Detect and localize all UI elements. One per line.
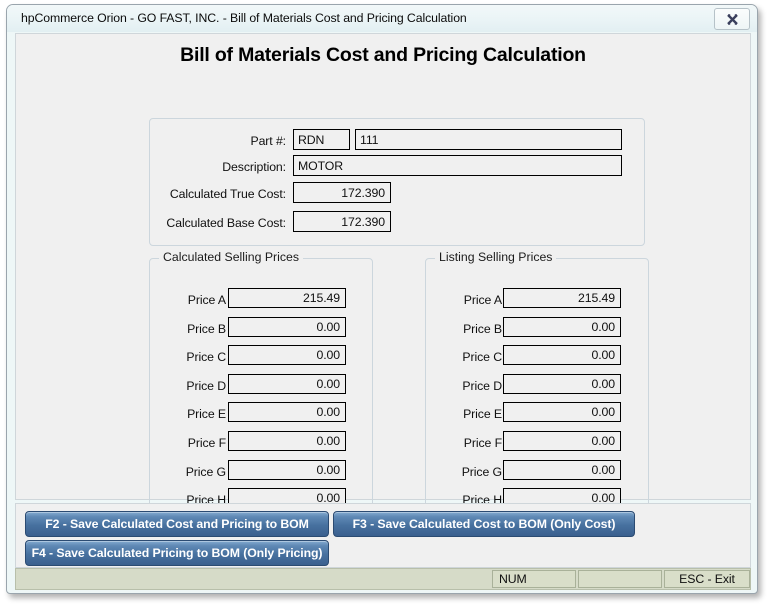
calculated-base-cost-label: Calculated Base Cost:: [166, 216, 286, 230]
status-esc-exit-cell[interactable]: ESC - Exit: [664, 570, 750, 588]
close-button[interactable]: [714, 8, 750, 30]
page-title: Bill of Materials Cost and Pricing Calcu…: [180, 44, 586, 66]
listing-price-input-g[interactable]: 0.00: [503, 460, 621, 480]
calculated-price-input-f[interactable]: 0.00: [228, 431, 346, 451]
calculated-base-cost-input[interactable]: 172.390: [293, 211, 391, 232]
calculated-price-label-a: Price A: [187, 293, 226, 307]
description-input[interactable]: MOTOR: [293, 155, 622, 176]
calculated-selling-prices-legend: Calculated Selling Prices: [159, 250, 304, 264]
calculated-price-label-c: Price C: [186, 350, 226, 364]
listing-selling-prices-legend: Listing Selling Prices: [435, 250, 557, 264]
part-number-input[interactable]: 111: [355, 129, 622, 150]
calculated-price-input-b[interactable]: 0.00: [228, 317, 346, 337]
status-spare-cell: [578, 570, 662, 588]
window-title: hpCommerce Orion - GO FAST, INC. - Bill …: [21, 11, 467, 25]
description-label: Description:: [222, 160, 286, 174]
listing-price-input-c[interactable]: 0.00: [503, 345, 621, 365]
listing-price-input-a[interactable]: 215.49: [503, 288, 621, 308]
calculated-price-label-d: Price D: [186, 379, 226, 393]
calculated-price-label-e: Price E: [187, 407, 226, 421]
listing-price-input-e[interactable]: 0.00: [503, 402, 621, 422]
close-icon: [726, 13, 738, 25]
calculated-price-input-e[interactable]: 0.00: [228, 402, 346, 422]
calculated-price-label-b: Price B: [187, 322, 226, 336]
save-cost-and-pricing-button[interactable]: F2 - Save Calculated Cost and Pricing to…: [25, 511, 329, 537]
status-num-cell: NUM: [492, 570, 576, 588]
part-number-prefix-input[interactable]: RDN: [293, 129, 350, 150]
part-number-label: Part #:: [250, 134, 286, 148]
save-pricing-only-button[interactable]: F4 - Save Calculated Pricing to BOM (Onl…: [25, 540, 329, 566]
calculated-price-label-f: Price F: [187, 436, 226, 450]
listing-price-label-a: Price A: [463, 293, 502, 307]
listing-price-label-d: Price D: [462, 379, 502, 393]
listing-price-input-d[interactable]: 0.00: [503, 374, 621, 394]
calculated-price-label-g: Price G: [185, 465, 226, 479]
listing-price-label-e: Price E: [463, 407, 502, 421]
application-window: hpCommerce Orion - GO FAST, INC. - Bill …: [6, 4, 758, 594]
title-bar: hpCommerce Orion - GO FAST, INC. - Bill …: [7, 5, 757, 32]
calculated-price-input-d[interactable]: 0.00: [228, 374, 346, 394]
listing-price-label-c: Price C: [462, 350, 502, 364]
calculated-true-cost-label: Calculated True Cost:: [169, 187, 286, 201]
calculated-price-input-g[interactable]: 0.00: [228, 460, 346, 480]
listing-price-label-f: Price F: [463, 436, 502, 450]
save-cost-only-button[interactable]: F3 - Save Calculated Cost to BOM (Only C…: [333, 511, 635, 537]
status-bar: NUM ESC - Exit: [15, 568, 751, 590]
main-content-panel: Bill of Materials Cost and Pricing Calcu…: [15, 33, 751, 516]
listing-price-input-f[interactable]: 0.00: [503, 431, 621, 451]
listing-price-input-b[interactable]: 0.00: [503, 317, 621, 337]
status-message-cell: [17, 570, 489, 588]
action-button-panel: F2 - Save Calculated Cost and Pricing to…: [15, 503, 751, 568]
calculated-price-input-c[interactable]: 0.00: [228, 345, 346, 365]
calculated-price-input-a[interactable]: 215.49: [228, 288, 346, 308]
listing-price-label-g: Price G: [461, 465, 502, 479]
calculated-true-cost-input[interactable]: 172.390: [293, 182, 391, 203]
listing-price-label-b: Price B: [463, 322, 502, 336]
